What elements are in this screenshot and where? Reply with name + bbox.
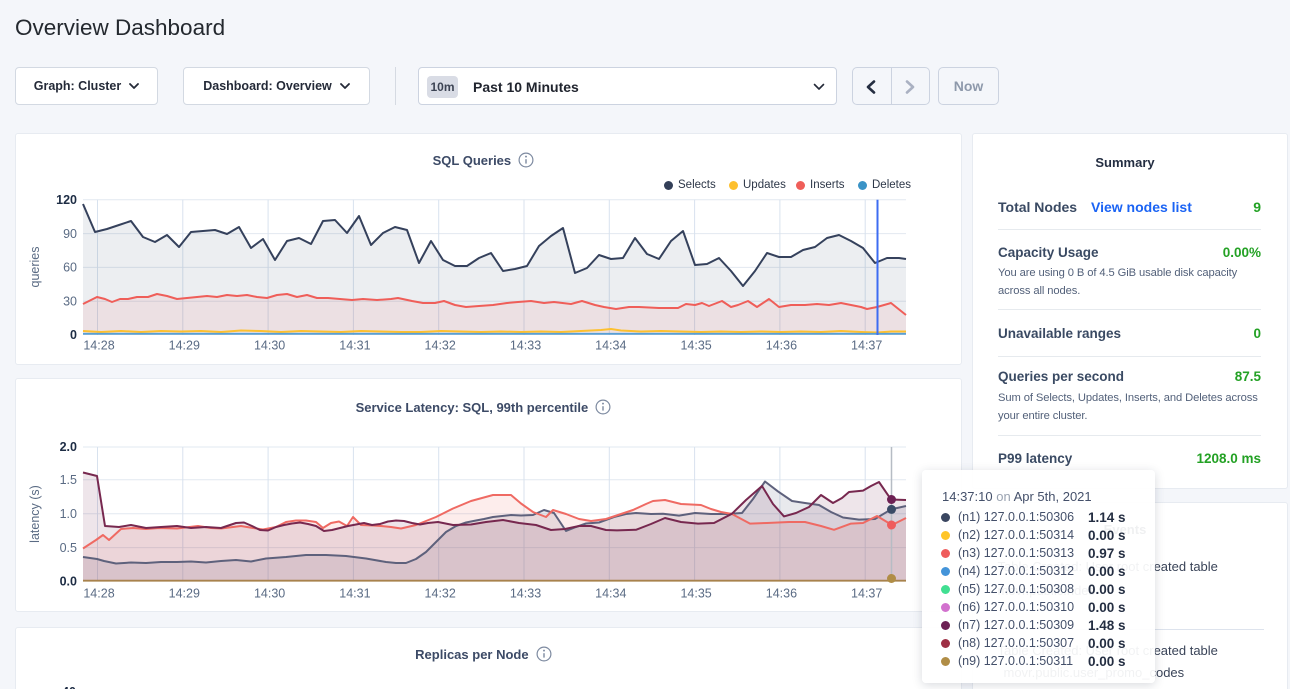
- svg-text:30: 30: [63, 294, 77, 308]
- svg-text:14:30: 14:30: [254, 339, 285, 353]
- svg-text:queries: queries: [28, 247, 42, 288]
- svg-text:1.0: 1.0: [60, 507, 77, 521]
- svg-text:14:36: 14:36: [766, 339, 797, 353]
- svg-text:14:32: 14:32: [425, 587, 456, 601]
- svg-text:14:32: 14:32: [425, 339, 456, 353]
- svg-text:0.0: 0.0: [60, 575, 77, 589]
- svg-text:14:37: 14:37: [851, 587, 882, 601]
- svg-text:120: 120: [56, 193, 77, 207]
- svg-text:14:31: 14:31: [339, 587, 370, 601]
- svg-text:14:37: 14:37: [851, 339, 882, 353]
- svg-text:14:31: 14:31: [339, 339, 370, 353]
- svg-text:14:30: 14:30: [254, 587, 285, 601]
- svg-text:14:33: 14:33: [510, 339, 541, 353]
- svg-text:14:29: 14:29: [169, 339, 200, 353]
- svg-text:14:34: 14:34: [595, 339, 626, 353]
- svg-text:14:35: 14:35: [680, 587, 711, 601]
- svg-text:14:34: 14:34: [595, 587, 626, 601]
- svg-text:0: 0: [70, 328, 77, 342]
- svg-text:14:36: 14:36: [766, 587, 797, 601]
- svg-text:1.5: 1.5: [60, 473, 77, 487]
- svg-text:14:28: 14:28: [83, 339, 114, 353]
- svg-text:14:28: 14:28: [83, 587, 114, 601]
- svg-text:0.5: 0.5: [60, 541, 77, 555]
- svg-text:14:35: 14:35: [680, 339, 711, 353]
- svg-text:latency (s): latency (s): [28, 485, 42, 543]
- svg-text:14:29: 14:29: [169, 587, 200, 601]
- svg-text:90: 90: [63, 227, 77, 241]
- svg-text:60: 60: [63, 261, 77, 275]
- svg-text:2.0: 2.0: [60, 440, 77, 454]
- svg-text:14:33: 14:33: [510, 587, 541, 601]
